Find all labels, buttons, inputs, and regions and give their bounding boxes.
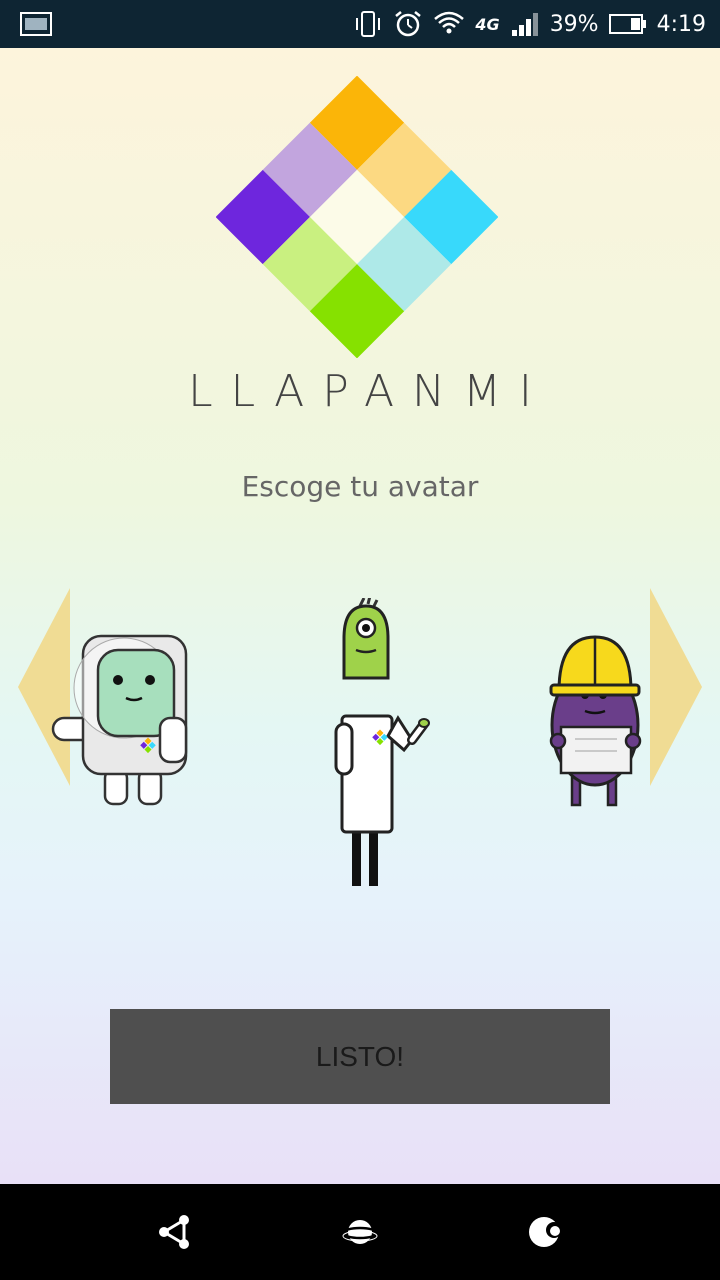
vibrate-icon: [353, 9, 383, 39]
llapanmi-logo: [216, 76, 498, 358]
construction-worker-avatar[interactable]: [545, 633, 645, 813]
alarm-icon: [393, 9, 423, 39]
network-type: 4G: [475, 14, 500, 34]
signal-icon: [510, 11, 540, 37]
navigation-bar: [0, 1184, 720, 1280]
status-bar: 4G 39% 4:19: [0, 0, 720, 48]
battery-icon: [608, 13, 647, 35]
avatar-selection-screen: LLAPANMI Escoge tu avatar LISTO!: [0, 48, 720, 1184]
planet-icon[interactable]: [342, 1214, 378, 1250]
wifi-icon: [433, 9, 465, 39]
battery-percent: 39%: [549, 11, 599, 37]
share-icon[interactable]: [156, 1214, 192, 1250]
screenshot-icon: [20, 12, 52, 36]
brand-name: LLAPANMI: [188, 366, 550, 417]
subtitle: Escoge tu avatar: [241, 470, 479, 503]
next-avatar-arrow-icon[interactable]: [650, 588, 702, 786]
moon-icon[interactable]: [528, 1214, 564, 1250]
done-button[interactable]: LISTO!: [110, 1009, 610, 1104]
scientist-avatar[interactable]: [330, 598, 440, 898]
clock: 4:19: [656, 11, 706, 37]
astronaut-avatar[interactable]: [50, 630, 200, 810]
